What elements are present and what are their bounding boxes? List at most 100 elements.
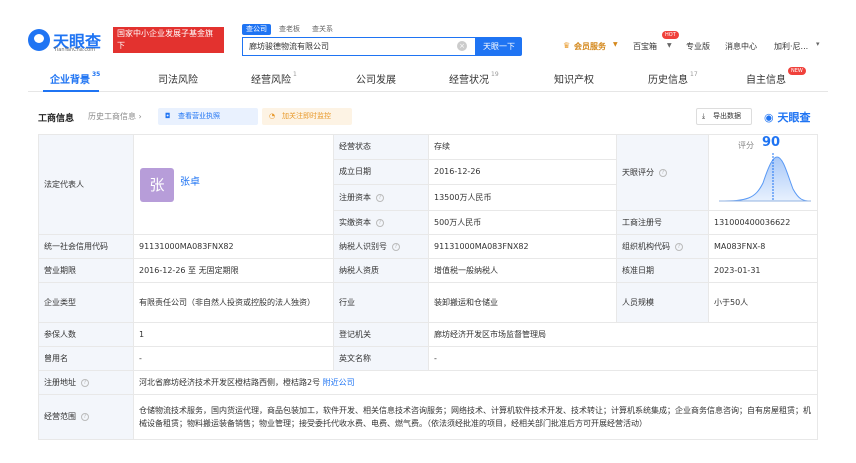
scope-label: 经营范围 (44, 412, 76, 421)
main-tabs: 企业背景35 司法风险 经营风险1 公司发展 经营状况19 知识产权 历史信息1… (28, 66, 828, 92)
tab-judicial-risk[interactable]: 司法风险 (158, 71, 198, 86)
tab-count: 19 (491, 71, 499, 78)
tab-company-development[interactable]: 公司发展 (356, 71, 396, 86)
baobao-link[interactable]: 百宝箱 (633, 41, 657, 52)
new-badge: NEW (788, 67, 806, 75)
export-label: 导出数据 (713, 112, 741, 120)
crown-icon: ♛ (563, 41, 571, 50)
score-label: 天眼评分 (622, 167, 654, 177)
chevron-right-icon: › (138, 112, 142, 121)
search-tab-company[interactable]: 查公司 (242, 24, 271, 35)
insured-label: 参保人数 (38, 322, 134, 347)
section-header: 工商信息 历史工商信息 › ◘ 查看营业执照 ◔ 加关注即时监控 ⤓ 导出数据 ◉ 天… (28, 108, 828, 128)
taxpayer-id-value: 91131000MA083FNX82 (428, 234, 617, 259)
tab-label: 公司发展 (356, 75, 396, 86)
chevron-down-icon: ▼ (613, 41, 618, 48)
former-name-label: 曾用名 (38, 346, 134, 371)
export-button[interactable]: ⤓ 导出数据 (696, 108, 752, 125)
taxpayer-id-label: 纳税人识别号 (339, 241, 387, 251)
monitor-button[interactable]: ◔ 加关注即时监控 (262, 108, 352, 125)
tab-label: 司法风险 (158, 75, 198, 86)
logo-sub-text: TianYanCha.com (54, 47, 96, 53)
tab-intellectual-property[interactable]: 知识产权 (554, 71, 594, 86)
reg-no-label: 工商注册号 (616, 210, 709, 235)
tab-label: 经营状况 (449, 75, 489, 86)
address-cell: 河北省廊坊经济技术开发区橙桔路西侧，橙桔路2号 附近公司 (133, 370, 818, 395)
member-service-link[interactable]: 会员服务 (574, 41, 606, 52)
org-code-value: MA083FNX-8 (708, 234, 818, 259)
message-center-link[interactable]: 消息中心 (725, 41, 757, 52)
org-code-label-cell: 组织机构代码? (616, 234, 709, 259)
help-icon[interactable]: ? (675, 242, 683, 251)
help-icon[interactable]: ? (376, 193, 384, 202)
credit-code-value: 91131000MA083FNX82 (133, 234, 334, 259)
nearby-companies-link[interactable]: 附近公司 (323, 377, 355, 389)
search-input[interactable]: 廊坊骏德物流有限公司 (242, 37, 476, 56)
help-icon[interactable]: ? (659, 168, 667, 177)
tab-count: 35 (92, 71, 101, 78)
search-tab-relation[interactable]: 查关系 (308, 24, 337, 35)
business-info-table: 法定代表人 张 张卓 经营状态 存续 成立日期 2016-12-26 注册资本?… (38, 134, 818, 440)
taxpayer-qual-label: 纳税人资质 (333, 258, 429, 283)
help-icon[interactable]: ? (81, 378, 89, 387)
active-tab-indicator (43, 90, 99, 92)
tab-label: 自主信息 (746, 75, 786, 86)
help-icon[interactable]: ? (392, 242, 400, 251)
banner-line-1: 国家中小企业发展子基金旗下 (117, 29, 213, 50)
founded-value: 2016-12-26 (428, 159, 617, 185)
paid-capital-label: 实缴资本 (339, 217, 371, 227)
pro-version-link[interactable]: 专业版 (686, 41, 710, 52)
score-title: 评分 (738, 141, 754, 150)
status-value: 存续 (428, 134, 617, 160)
tab-label: 企业背景 (50, 75, 90, 86)
avatar: 张 (140, 168, 174, 202)
term-value: 2016-12-26 至 无固定期限 (133, 258, 334, 283)
reg-no-value: 131000400036622 (708, 210, 818, 235)
tab-enterprise-background[interactable]: 企业背景35 (50, 71, 100, 86)
score-label-cell: 天眼评分? (616, 134, 709, 211)
eye-logo-icon: ◉ (764, 111, 774, 124)
former-name-value: - (133, 346, 334, 371)
term-label: 营业期限 (38, 258, 134, 283)
search-button[interactable]: 天眼一下 (476, 37, 522, 56)
authority-label: 登记机关 (333, 322, 429, 347)
approval-label: 核准日期 (616, 258, 709, 283)
tab-history-info[interactable]: 历史信息17 (648, 71, 698, 86)
authority-value: 廊坊经济开发区市场监督管理局 (428, 322, 818, 347)
history-link-label: 历史工商信息 (88, 112, 136, 121)
view-license-button[interactable]: ◘ 查看营业执照 (158, 108, 258, 125)
tab-self-info[interactable]: 自主信息 (746, 71, 786, 86)
history-business-info-link[interactable]: 历史工商信息 › (88, 111, 142, 122)
search-tab-boss[interactable]: 查老板 (275, 24, 304, 35)
camera-icon: ◘ (165, 112, 171, 120)
staff-label: 人员规模 (616, 282, 709, 323)
type-value: 有限责任公司（非自然人投资或控股的法人独资） (133, 282, 334, 323)
tab-label: 历史信息 (648, 75, 688, 86)
tab-label: 经营风险 (251, 75, 291, 86)
insured-value: 1 (133, 322, 334, 347)
monitor-label: 加关注即时监控 (282, 112, 331, 120)
tab-business-status[interactable]: 经营状况19 (449, 71, 499, 86)
industry-label: 行业 (333, 282, 429, 323)
tab-operating-risk[interactable]: 经营风险1 (251, 71, 297, 86)
address-label: 注册地址 (44, 377, 76, 387)
status-label: 经营状态 (333, 134, 429, 160)
credit-code-label: 统一社会信用代码 (38, 234, 134, 259)
org-code-label: 组织机构代码 (622, 241, 670, 251)
eye-logo-icon (28, 29, 50, 51)
help-icon[interactable]: ? (376, 218, 384, 227)
help-icon[interactable]: ? (81, 413, 89, 421)
clear-icon[interactable]: × (457, 41, 467, 51)
search-area: 查公司 查老板 查关系 廊坊骏德物流有限公司 × 天眼一下 (242, 24, 522, 58)
scope-label-cell: 经营范围? (38, 394, 134, 440)
tianyancha-logo[interactable]: 天眼查 TianYanCha.com (28, 28, 112, 54)
legal-rep-link[interactable]: 张卓 (180, 177, 200, 189)
taxpayer-qual-value: 增值税一般纳税人 (428, 258, 617, 283)
type-label: 企业类型 (38, 282, 134, 323)
chevron-down-icon: ▾ (816, 40, 820, 48)
tab-count: 1 (293, 71, 297, 78)
address-value: 河北省廊坊经济技术开发区橙桔路西侧，橙桔路2号 (139, 377, 321, 387)
user-menu[interactable]: 加利·尼... (774, 41, 808, 52)
score-distribution-curve (718, 153, 812, 202)
score-cell[interactable]: 评分 90 (708, 134, 818, 211)
